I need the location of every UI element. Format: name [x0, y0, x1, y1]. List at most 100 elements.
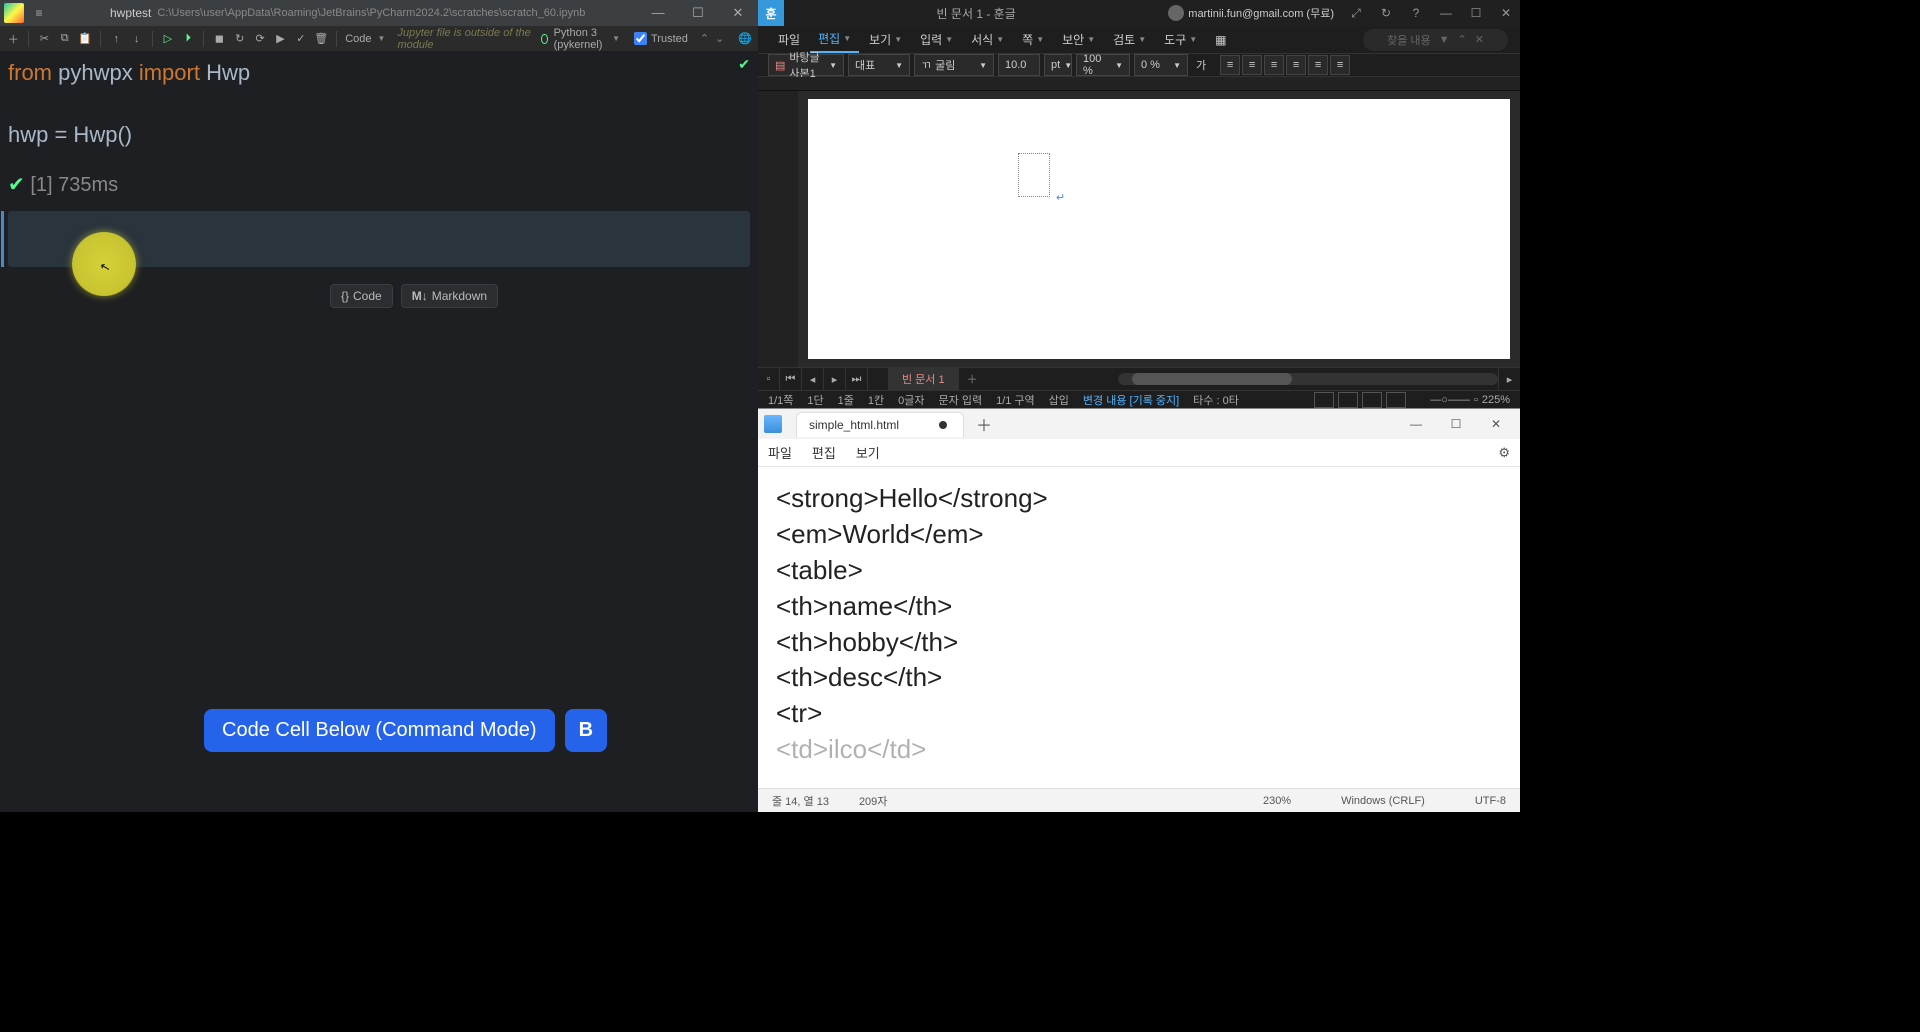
- status-record[interactable]: 변경 내용 [기록 중지]: [1083, 392, 1179, 408]
- view-page-icon[interactable]: [1314, 392, 1334, 408]
- tab-first-icon[interactable]: ⏮: [780, 368, 802, 390]
- stop-icon[interactable]: ◼: [212, 30, 226, 48]
- align-left-icon[interactable]: ≡: [1220, 55, 1240, 75]
- trusted-checkbox[interactable]: Trusted: [634, 32, 688, 45]
- zoom-combo[interactable]: 100 %▼: [1076, 54, 1130, 76]
- menu-format[interactable]: 서식▼: [963, 27, 1012, 52]
- status-chars: 0글자: [898, 392, 924, 408]
- menu-security[interactable]: 보안▼: [1054, 27, 1103, 52]
- close-icon[interactable]: ✕: [1478, 417, 1514, 431]
- tab-name[interactable]: hwptest: [110, 6, 151, 20]
- cursor-highlight-icon: [72, 232, 136, 296]
- kernel-status[interactable]: Python 3 (pykernel) ▼ Trusted ⌃ ⌄ 🌐: [541, 27, 752, 51]
- ga-label: 가: [1196, 57, 1206, 73]
- fontsize-unit[interactable]: pt▼: [1044, 54, 1072, 76]
- minimize-icon[interactable]: —: [1432, 6, 1460, 21]
- menu-input[interactable]: 입력▼: [912, 27, 961, 52]
- status-insert: 삽입: [1049, 392, 1069, 408]
- new-tab-icon[interactable]: ＋: [976, 412, 992, 436]
- minimize-icon[interactable]: —: [638, 5, 678, 21]
- pycharm-window: ≡ hwptest C:\Users\user\AppData\Roaming\…: [0, 0, 758, 812]
- user-email[interactable]: martinii.fun@gmail.com (무료): [1188, 5, 1334, 21]
- menu-extra-icon[interactable]: ▦: [1207, 29, 1234, 51]
- font-combo[interactable]: ㄲ굴림▼: [914, 54, 994, 76]
- cut-icon[interactable]: ✂: [37, 30, 51, 48]
- menu-tools[interactable]: 도구▼: [1156, 27, 1205, 52]
- notepad-textarea[interactable]: <strong>Hello</strong> <em>World</em> <t…: [758, 467, 1520, 788]
- globe-icon[interactable]: 🌐: [738, 32, 752, 45]
- search-pill[interactable]: 찾을 내용▼⌃✕: [1363, 29, 1508, 51]
- add-code-cell-button[interactable]: {}Code: [330, 284, 393, 308]
- doc-tab[interactable]: 빈 문서 1: [888, 368, 959, 390]
- page-viewport[interactable]: ↵: [798, 91, 1520, 367]
- help-icon[interactable]: ?: [1402, 6, 1430, 21]
- fontsize-input[interactable]: 10.0: [998, 54, 1040, 76]
- maximize-icon[interactable]: ☐: [1438, 417, 1474, 431]
- close-icon[interactable]: ✕: [718, 5, 758, 21]
- tab-next-icon[interactable]: ▸: [824, 368, 846, 390]
- unsaved-dot-icon: [939, 421, 947, 429]
- run-all-icon[interactable]: ⏵: [181, 30, 195, 48]
- expand-icon[interactable]: ⤢: [1342, 6, 1370, 21]
- paste-icon[interactable]: 📋: [78, 30, 92, 48]
- menu-view[interactable]: 보기: [856, 443, 880, 462]
- zoom-control[interactable]: —○—— ▫ 225%: [1430, 394, 1510, 406]
- para-combo[interactable]: 대표▼: [848, 54, 910, 76]
- charspace-combo[interactable]: 0 %▼: [1134, 54, 1188, 76]
- celltype-dropdown[interactable]: Code: [345, 33, 371, 45]
- run-cell-icon[interactable]: ▷: [161, 30, 175, 48]
- settings-icon[interactable]: ⚙: [1498, 445, 1510, 461]
- clear-output-icon[interactable]: ✓: [294, 30, 308, 48]
- menu-review[interactable]: 검토▼: [1105, 27, 1154, 52]
- run-debug-icon[interactable]: ▶: [273, 30, 287, 48]
- tab-prev-icon[interactable]: ◂: [802, 368, 824, 390]
- status-zoom[interactable]: 230%: [1263, 795, 1291, 807]
- tab-list-icon[interactable]: ▫: [758, 368, 780, 390]
- notepad-tab[interactable]: simple_html.html: [796, 412, 964, 437]
- hamburger-icon[interactable]: ≡: [28, 6, 50, 20]
- pycharm-titlebar: ≡ hwptest C:\Users\user\AppData\Roaming\…: [0, 0, 758, 26]
- document-page[interactable]: ↵: [808, 99, 1510, 359]
- notebook-editor[interactable]: ✔ from pyhwpx import Hwp hwp = Hwp() ✔ […: [0, 52, 758, 812]
- view-outline-icon[interactable]: [1362, 392, 1382, 408]
- move-down-icon[interactable]: ↓: [129, 30, 143, 48]
- add-markdown-cell-button[interactable]: M↓Markdown: [401, 284, 498, 308]
- text-line: <tr>: [776, 696, 1502, 732]
- refresh-icon[interactable]: ↻: [1372, 6, 1400, 21]
- menu-shape[interactable]: 쪽▼: [1014, 27, 1052, 52]
- menu-view[interactable]: 보기▼: [861, 27, 910, 52]
- view-two-icon[interactable]: [1338, 392, 1358, 408]
- restart-icon[interactable]: ↻: [233, 30, 247, 48]
- add-cell-icon[interactable]: ＋: [6, 30, 20, 48]
- keypress-hint: Code Cell Below (Command Mode) B: [204, 709, 607, 752]
- restart-run-icon[interactable]: ⟳: [253, 30, 267, 48]
- align-justify-icon[interactable]: ≡: [1286, 55, 1306, 75]
- maximize-icon[interactable]: ☐: [1462, 6, 1490, 21]
- hangul-window: 훈 빈 문서 1 - 훈글 martinii.fun@gmail.com (무료…: [758, 0, 1520, 408]
- zoom-fit-icon: ▫: [1474, 394, 1478, 406]
- view-draft-icon[interactable]: [1386, 392, 1406, 408]
- scroll-right-icon[interactable]: ▸: [1498, 368, 1520, 390]
- align-dist-icon[interactable]: ≡: [1308, 55, 1328, 75]
- notepad-window: simple_html.html ＋ — ☐ ✕ 파일 편집 보기 ⚙ <str…: [758, 408, 1520, 812]
- copy-icon[interactable]: ⧉: [58, 30, 72, 48]
- vertical-ruler[interactable]: [758, 91, 798, 367]
- avatar-icon[interactable]: [1168, 5, 1184, 21]
- move-up-icon[interactable]: ↑: [109, 30, 123, 48]
- maximize-icon[interactable]: ☐: [678, 5, 718, 21]
- new-tab-icon[interactable]: ＋: [967, 371, 978, 387]
- horizontal-ruler[interactable]: [758, 77, 1520, 91]
- return-mark-icon: ↵: [1056, 191, 1065, 204]
- align-center-icon[interactable]: ≡: [1242, 55, 1262, 75]
- style-combo[interactable]: ▤바탕글 사본1▼: [768, 54, 844, 76]
- align-extra-icon[interactable]: ≡: [1330, 55, 1350, 75]
- menu-file[interactable]: 파일: [768, 443, 792, 462]
- minimize-icon[interactable]: —: [1398, 417, 1434, 431]
- delete-cell-icon[interactable]: 🗑: [314, 30, 328, 48]
- menu-edit[interactable]: 편집: [812, 443, 836, 462]
- tab-last-icon[interactable]: ⏭: [846, 368, 868, 390]
- code-line[interactable]: hwp = Hwp(): [8, 120, 750, 151]
- align-right-icon[interactable]: ≡: [1264, 55, 1284, 75]
- close-icon[interactable]: ✕: [1492, 6, 1520, 21]
- horizontal-scrollbar[interactable]: [1118, 373, 1498, 385]
